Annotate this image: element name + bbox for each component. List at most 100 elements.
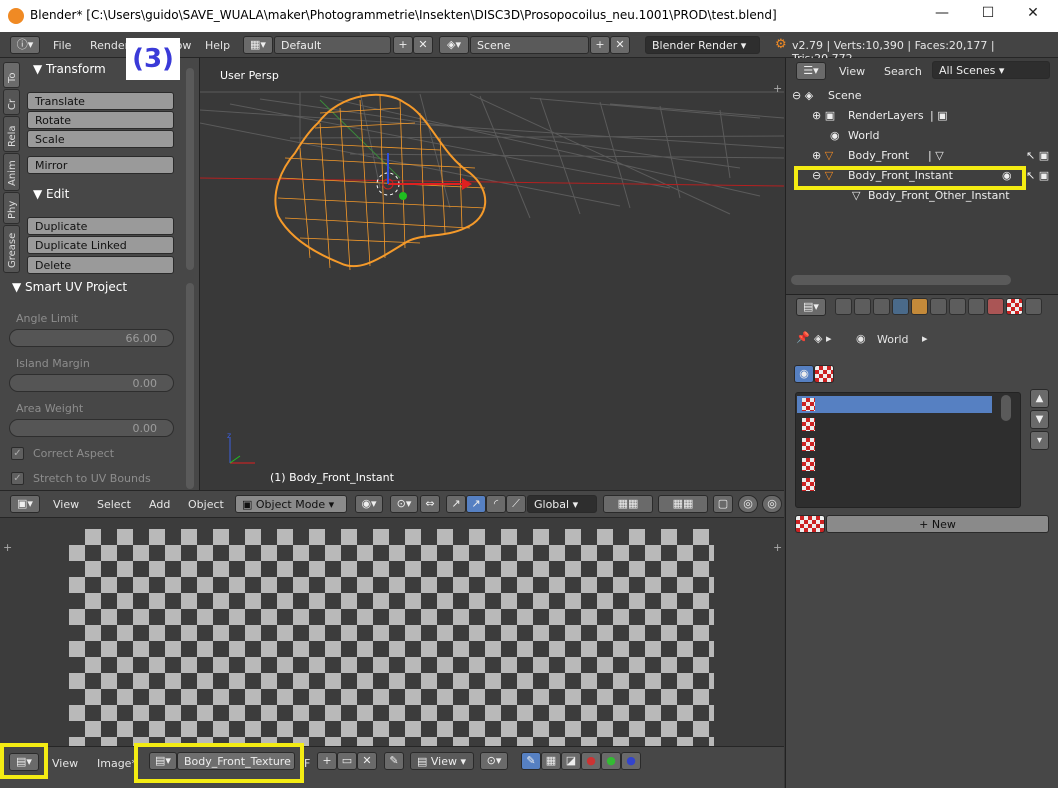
- angle-limit-field[interactable]: 66.00: [9, 329, 174, 347]
- view-mode-selector[interactable]: ▤ View ▾: [410, 752, 474, 770]
- smart-uv-panel-header[interactable]: ▼ Smart UV Project: [12, 280, 127, 294]
- outliner-menu-view[interactable]: View: [839, 65, 865, 78]
- world-texture-tab-icon[interactable]: ◉: [794, 365, 814, 383]
- uv-image-editor[interactable]: + +: [0, 518, 784, 746]
- display-channels-icon[interactable]: ◪: [561, 752, 581, 770]
- pivot-point-icon[interactable]: ⊙▾: [390, 495, 418, 513]
- pin-image-icon[interactable]: ✎: [384, 752, 404, 770]
- manipulator-toggle-icon[interactable]: ⇔: [420, 495, 440, 513]
- uv-right-plus-icon[interactable]: +: [773, 541, 782, 554]
- add-scene-icon[interactable]: +: [590, 36, 610, 54]
- scene-context-icon[interactable]: [873, 298, 890, 315]
- move-slot-down-icon[interactable]: ▼: [1030, 410, 1049, 429]
- mirror-button[interactable]: Mirror: [27, 156, 174, 174]
- layers-grid-a[interactable]: ▦▦: [603, 495, 653, 513]
- remove-scene-icon[interactable]: ✕: [610, 36, 630, 54]
- area-weight-field[interactable]: 0.00: [9, 419, 174, 437]
- red-channel-icon[interactable]: ●: [581, 752, 601, 770]
- viewport-shading-icon[interactable]: ◉▾: [355, 495, 383, 513]
- render-icon[interactable]: ◎: [762, 495, 782, 513]
- tab-relations[interactable]: Rela: [3, 116, 20, 152]
- stretch-uv-checkbox[interactable]: ✓: [11, 472, 24, 485]
- menu-select[interactable]: Select: [97, 498, 131, 511]
- correct-aspect-checkbox[interactable]: ✓: [11, 447, 24, 460]
- manipulator-extra-icon[interactable]: ⟋: [506, 495, 526, 513]
- transform-panel-header[interactable]: ▼ Transform: [33, 62, 106, 76]
- tab-animation[interactable]: Anim: [3, 153, 20, 191]
- texture-browse-icon[interactable]: [795, 515, 825, 533]
- tab-tools[interactable]: To: [3, 62, 20, 88]
- menu-file[interactable]: File: [53, 39, 71, 52]
- editor-type-outliner-icon[interactable]: ☰▾: [796, 62, 826, 80]
- scale-manipulator-icon[interactable]: ◜: [486, 495, 506, 513]
- delete-button[interactable]: Delete: [27, 256, 174, 274]
- object-context-icon[interactable]: [911, 298, 928, 315]
- modifiers-context-icon[interactable]: [949, 298, 966, 315]
- outliner-row-renderlayers[interactable]: ⊕ ▣ RenderLayers | ▣: [786, 106, 1058, 126]
- uv-pivot-icon[interactable]: ⊙▾: [480, 752, 508, 770]
- edit-panel-header[interactable]: ▼ Edit: [33, 187, 69, 201]
- scale-button[interactable]: Scale: [27, 130, 174, 148]
- uv-menu-view[interactable]: View: [52, 757, 78, 770]
- scene-icon[interactable]: ◈▾: [439, 36, 469, 54]
- translate-button[interactable]: Translate: [27, 92, 174, 110]
- editor-type-info-icon[interactable]: ⓘ▾: [10, 36, 40, 54]
- uv-menu-image[interactable]: Image*: [97, 757, 137, 770]
- screen-layout-icon[interactable]: ▦▾: [243, 36, 273, 54]
- fake-user-toggle[interactable]: F: [304, 757, 310, 770]
- menu-view[interactable]: View: [53, 498, 79, 511]
- tool-shelf-scrollbar[interactable]: [186, 68, 194, 270]
- constraints-context-icon[interactable]: [930, 298, 947, 315]
- mesh-object[interactable]: [274, 93, 487, 271]
- 3d-viewport[interactable]: User Persp z (1) Body_Front_Instant +: [200, 58, 784, 490]
- remove-layout-icon[interactable]: ✕: [413, 36, 433, 54]
- transform-orientation-selector[interactable]: Global ▾: [527, 495, 597, 513]
- rotate-button[interactable]: Rotate: [27, 111, 174, 129]
- render-layers-context-icon[interactable]: [854, 298, 871, 315]
- active-texture-slot[interactable]: [797, 396, 992, 413]
- blue-channel-icon[interactable]: ●: [621, 752, 641, 770]
- outliner-row-world[interactable]: ◉ World: [786, 126, 1058, 146]
- editor-type-3d-icon[interactable]: ▣▾: [10, 495, 40, 513]
- viewport-plus-icon[interactable]: +: [773, 82, 782, 95]
- outliner-hscrollbar[interactable]: [791, 275, 1011, 285]
- outliner-row-scene[interactable]: ⊖ ◈ Scene: [786, 86, 1058, 106]
- new-image-icon[interactable]: +: [317, 752, 337, 770]
- outliner-row-body-front[interactable]: ⊕ ▽ Body_Front | ▽ ↖ ▣: [786, 146, 1058, 166]
- close-button[interactable]: ✕: [1018, 5, 1048, 21]
- editor-type-properties-icon[interactable]: ▤▾: [796, 298, 826, 316]
- draw-mode-icon[interactable]: ✎: [521, 752, 541, 770]
- add-layout-icon[interactable]: +: [393, 36, 413, 54]
- unlink-image-icon[interactable]: ✕: [357, 752, 377, 770]
- tool-shelf-scrollbar-lower[interactable]: [186, 283, 194, 489]
- green-channel-icon[interactable]: ●: [601, 752, 621, 770]
- menu-help[interactable]: Help: [205, 39, 230, 52]
- tab-create[interactable]: Cr: [3, 89, 20, 115]
- translate-manipulator-icon[interactable]: ↗: [446, 495, 466, 513]
- move-slot-up-icon[interactable]: ▲: [1030, 389, 1049, 408]
- interaction-mode-selector[interactable]: ▣ Object Mode ▾: [235, 495, 347, 513]
- pin-icon[interactable]: 📌: [796, 331, 810, 344]
- slot-specials-icon[interactable]: ▾: [1030, 431, 1049, 450]
- lock-layer-icon[interactable]: ▢: [713, 495, 733, 513]
- layout-selector[interactable]: Default: [274, 36, 391, 54]
- tab-grease-pencil[interactable]: Grease: [3, 225, 20, 273]
- menu-add[interactable]: Add: [149, 498, 170, 511]
- texture-context-icon[interactable]: [1006, 298, 1023, 315]
- render-context-icon[interactable]: [835, 298, 852, 315]
- minimize-button[interactable]: —: [927, 5, 957, 21]
- scene-selector[interactable]: Scene: [470, 36, 589, 54]
- open-image-icon[interactable]: ▭: [337, 752, 357, 770]
- display-mode-selector[interactable]: All Scenes ▾: [932, 61, 1050, 79]
- material-context-icon[interactable]: [987, 298, 1004, 315]
- render-engine-selector[interactable]: Blender Render ▾: [645, 36, 760, 54]
- menu-object[interactable]: Object: [188, 498, 224, 511]
- island-margin-field[interactable]: 0.00: [9, 374, 174, 392]
- layers-grid-b[interactable]: ▦▦: [658, 495, 708, 513]
- rotate-manipulator-icon[interactable]: ↗: [466, 495, 486, 513]
- maximize-button[interactable]: ☐: [973, 5, 1003, 21]
- brush-texture-tab-icon[interactable]: [814, 365, 834, 383]
- data-context-icon[interactable]: [968, 298, 985, 315]
- new-texture-button[interactable]: + New: [826, 515, 1049, 533]
- slot-list-scrollbar[interactable]: [1001, 395, 1011, 421]
